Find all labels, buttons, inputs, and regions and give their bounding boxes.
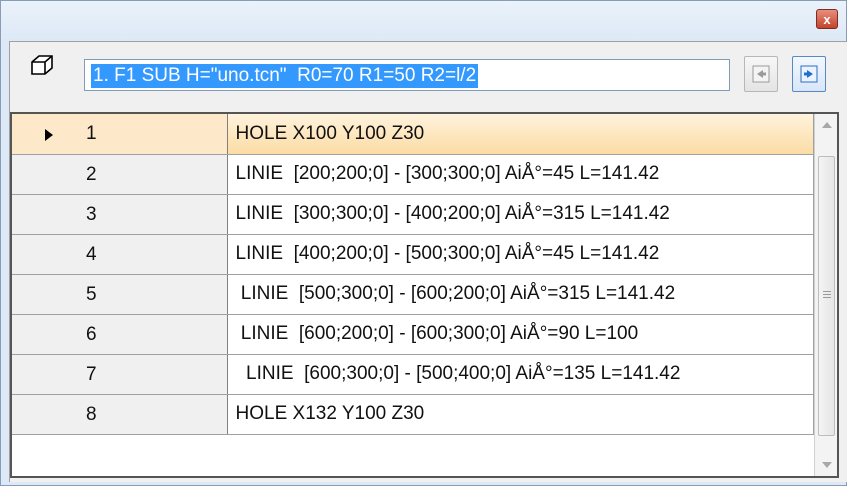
row-instruction[interactable]: LINIE [200;200;0] - [300;300;0] AiÅ°=45 …	[227, 154, 814, 195]
row-number: 3	[86, 203, 97, 225]
command-input[interactable]: 1. F1 SUB H="uno.tcn" R0=70 R1=50 R2=l/2	[84, 59, 730, 91]
scroll-down-button[interactable]	[815, 454, 837, 476]
grip-line	[823, 291, 831, 292]
arrow-left-icon	[752, 65, 770, 83]
program-table: 1 HOLE X100 Y100 Z30 2 LINIE [200;200;0] - …	[12, 114, 814, 435]
row-number: 1	[86, 123, 97, 144]
triangle-down-icon	[821, 462, 832, 468]
row-instruction[interactable]: LINIE [300;300;0] - [400;200;0] AiÅ°=315…	[227, 194, 814, 235]
row-header[interactable]: 7	[12, 354, 228, 395]
cube-icon	[31, 55, 53, 75]
row-number: 4	[86, 243, 97, 265]
row-number: 2	[86, 163, 97, 185]
command-text: 1. F1 SUB H="uno.tcn" R0=70 R1=50 R2=l/2	[91, 64, 479, 88]
program-editor-window: x 1. F1 SUB H="uno.tcn" R0=70 R1=50 R2=l…	[0, 0, 847, 486]
row-instruction[interactable]: HOLE X100 Y100 Z30	[227, 114, 814, 155]
grip-line	[823, 294, 831, 295]
row-number: 8	[86, 403, 97, 425]
row-instruction[interactable]: LINIE [500;300;0] - [600;200;0] AiÅ°=315…	[227, 274, 814, 315]
row-instruction[interactable]: LINIE [600;200;0] - [600;300;0] AiÅ°=90 …	[227, 314, 814, 355]
row-number: 5	[86, 283, 97, 305]
row-header[interactable]: 3	[12, 194, 228, 235]
program-grid: 1 HOLE X100 Y100 Z30 2 LINIE [200;200;0] - …	[10, 112, 839, 478]
table-row[interactable]: 3 LINIE [300;300;0] - [400;200;0] AiÅ°=31…	[12, 194, 814, 235]
vertical-scrollbar[interactable]	[814, 114, 837, 476]
scroll-thumb[interactable]	[818, 156, 835, 436]
row-header[interactable]: 1	[12, 114, 228, 155]
row-header[interactable]: 4	[12, 234, 228, 275]
close-icon: x	[823, 11, 831, 27]
table-row[interactable]: 6 LINIE [600;200;0] - [600;300;0] AiÅ°=9…	[12, 314, 814, 355]
table-row[interactable]: 5 LINIE [500;300;0] - [600;200;0] AiÅ°=3…	[12, 274, 814, 315]
next-button[interactable]	[792, 56, 826, 92]
row-number: 7	[86, 363, 97, 385]
arrow-right-icon	[800, 65, 818, 83]
row-instruction[interactable]: HOLE X132 Y100 Z30	[227, 394, 814, 435]
row-instruction[interactable]: LINIE [400;200;0] - [500;300;0] AiÅ°=45 …	[227, 234, 814, 275]
table-row[interactable]: 4 LINIE [400;200;0] - [500;300;0] AiÅ°=45…	[12, 234, 814, 275]
row-header[interactable]: 6	[12, 314, 228, 355]
scroll-up-button[interactable]	[815, 114, 837, 136]
row-header[interactable]: 5	[12, 274, 228, 315]
row-number: 6	[86, 323, 97, 345]
triangle-right-icon	[45, 129, 53, 141]
table-row[interactable]: 7 LINIE [600;300;0] - [500;400;0] AiÅ°=1…	[12, 354, 814, 395]
grip-line	[823, 297, 831, 298]
table-row[interactable]: 1 HOLE X100 Y100 Z30	[12, 114, 814, 155]
row-header[interactable]: 8	[12, 394, 228, 435]
triangle-up-icon	[821, 122, 832, 128]
row-header[interactable]: 2	[12, 154, 228, 195]
row-instruction[interactable]: LINIE [600;300;0] - [500;400;0] AiÅ°=135…	[227, 354, 814, 395]
table-row[interactable]: 8 HOLE X132 Y100 Z30	[12, 394, 814, 435]
previous-button[interactable]	[744, 56, 778, 92]
close-button[interactable]: x	[816, 9, 838, 29]
table-row[interactable]: 2 LINIE [200;200;0] - [300;300;0] AiÅ°=45…	[12, 154, 814, 195]
editor-panel: 1. F1 SUB H="uno.tcn" R0=70 R1=50 R2=l/2…	[9, 41, 847, 482]
